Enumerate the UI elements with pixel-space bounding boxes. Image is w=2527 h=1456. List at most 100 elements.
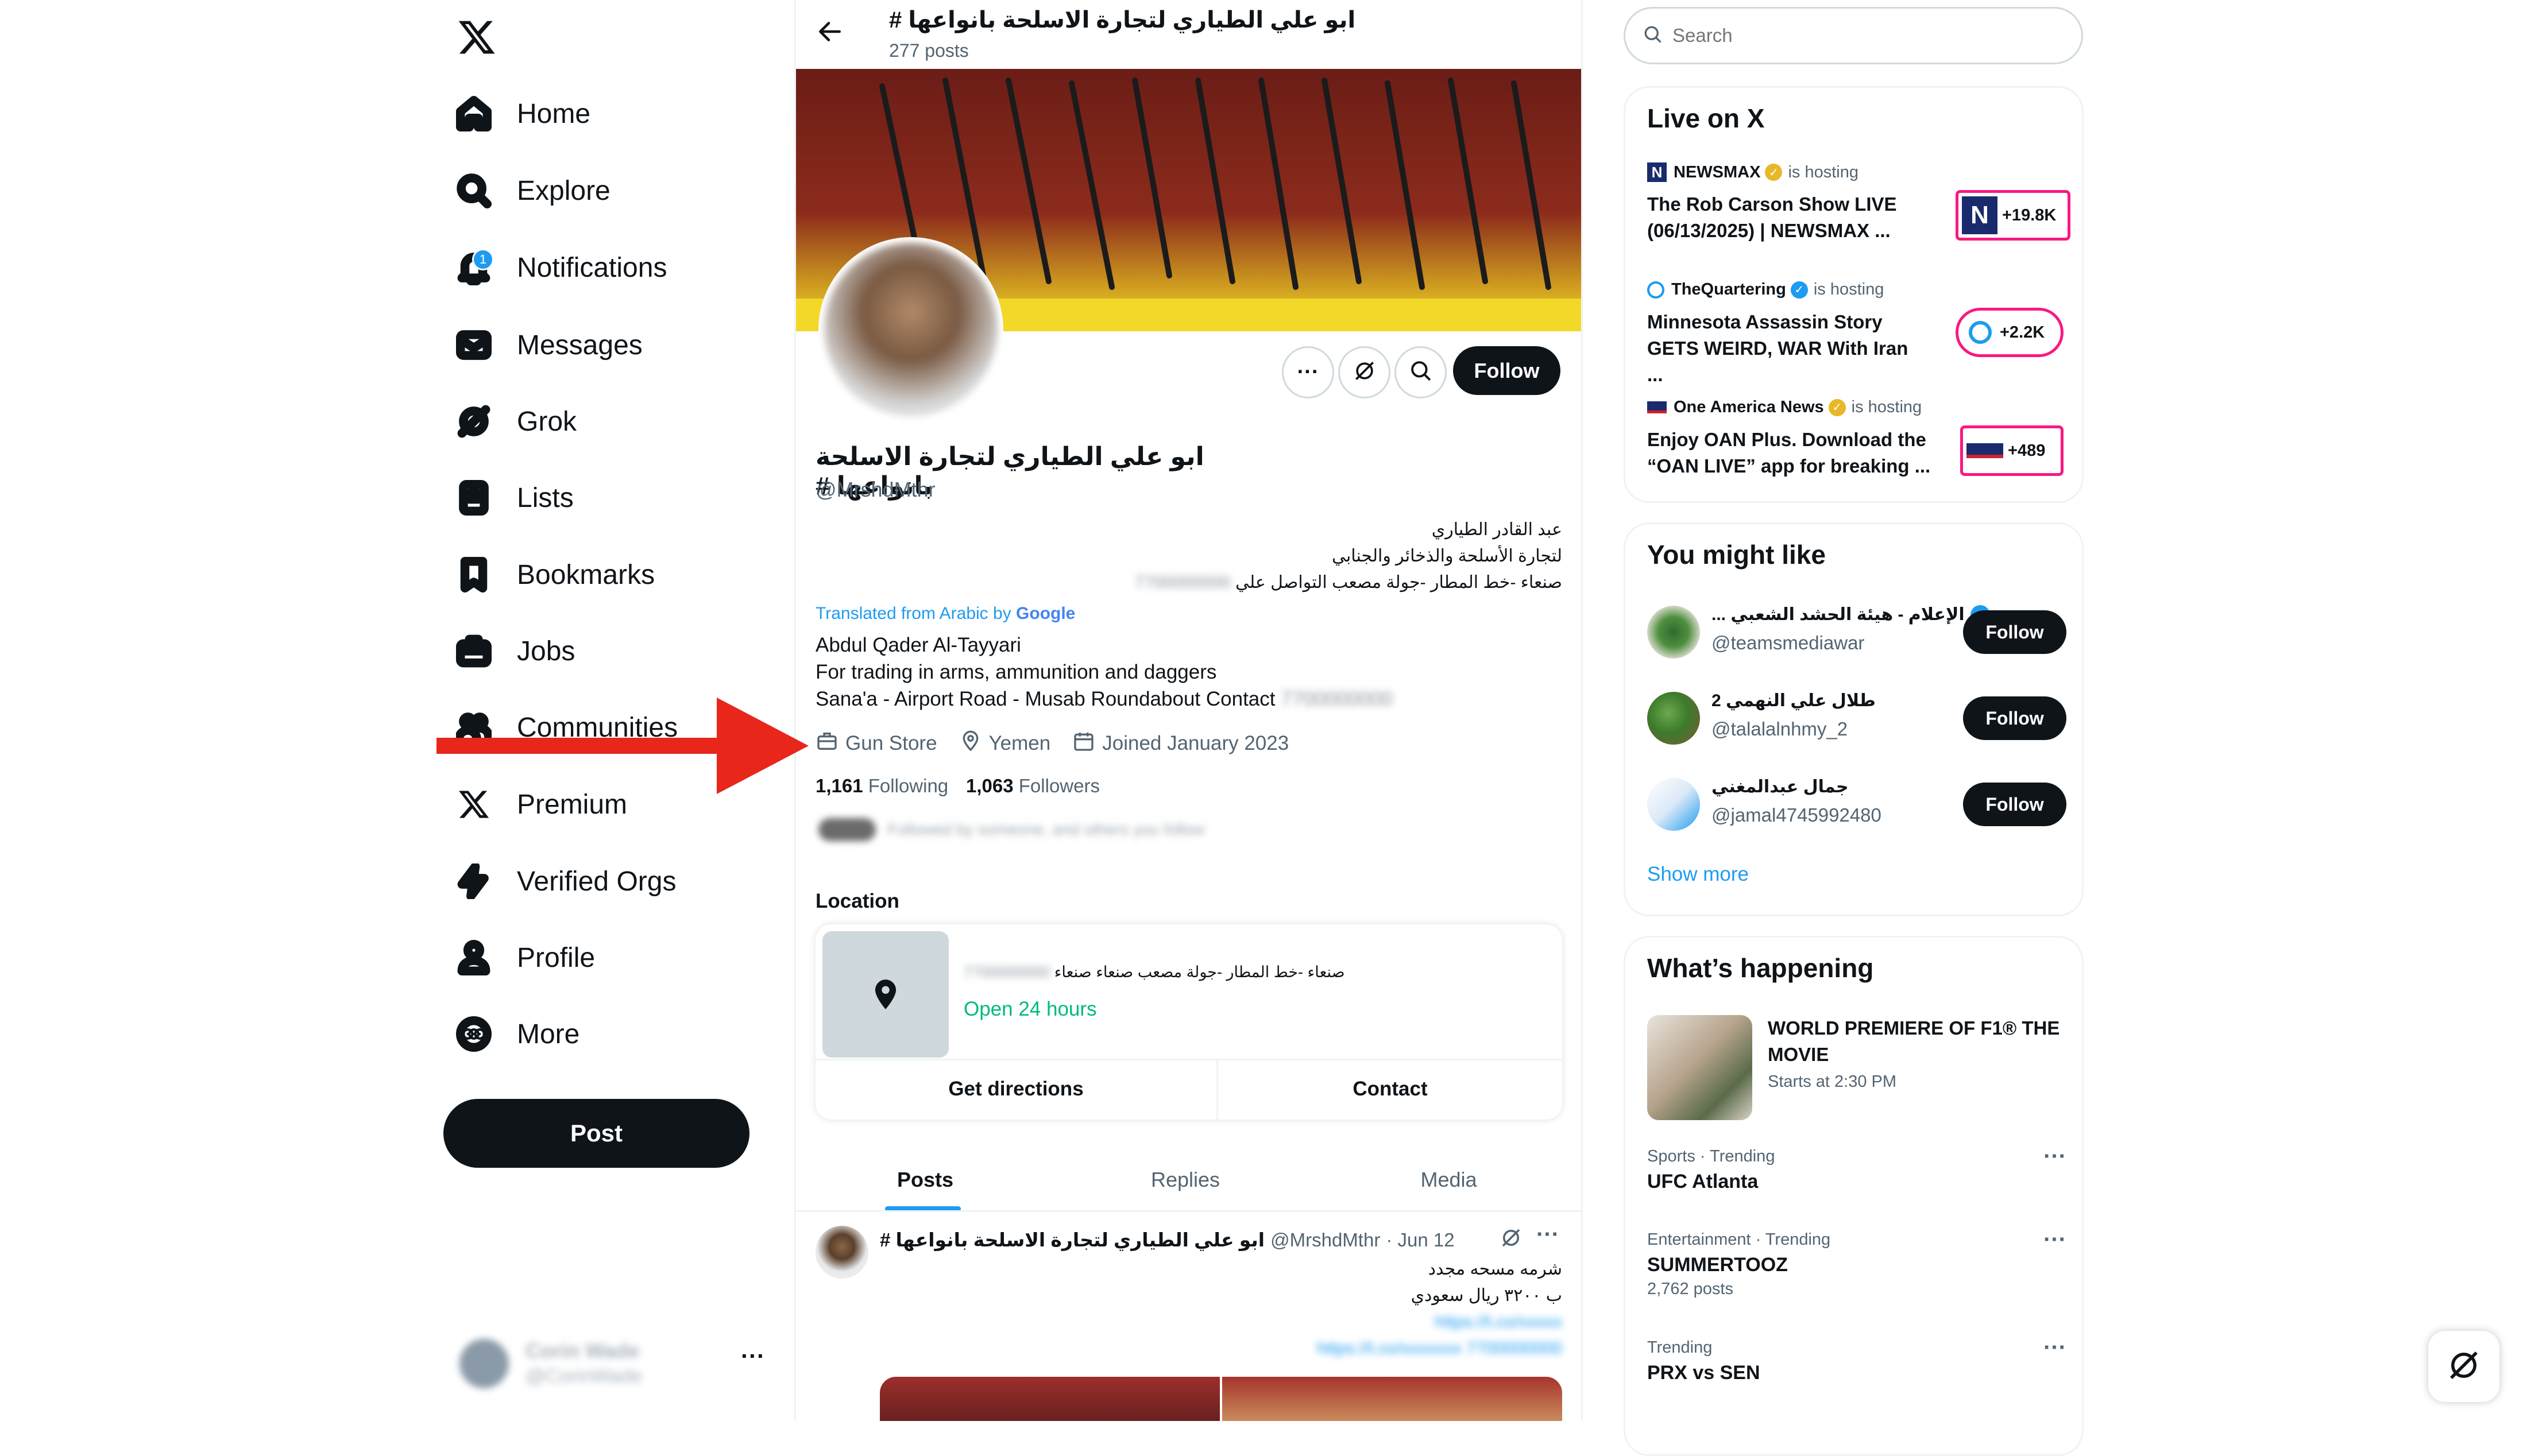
post-more-icon[interactable]: ··· xyxy=(1536,1222,1559,1248)
suggested-account[interactable]: جمال عبدالمغني @jamal4745992480 Follow xyxy=(1647,771,2072,840)
address: صنعاء -خط المطار -جولة مصعب صنعاء صنعاء … xyxy=(964,963,1345,981)
grok-floating-button[interactable] xyxy=(2428,1331,2499,1402)
nav-profile[interactable]: Profile xyxy=(454,926,595,989)
trend-item[interactable]: Sports · Trending UFC Atlanta ··· xyxy=(1647,1144,2072,1216)
trend-item[interactable]: Entertainment · Trending SUMMERTOOZ 2,76… xyxy=(1647,1227,2072,1322)
bio-ar-line: عبد القادر الطياري xyxy=(1431,520,1562,539)
translation-attribution[interactable]: Translated from Arabic by Google xyxy=(816,604,1075,624)
follow-button[interactable]: Follow xyxy=(1453,346,1560,395)
grok-button[interactable] xyxy=(1338,346,1390,398)
live-item-title: Enjoy OAN Plus. Download the “OAN LIVE” … xyxy=(1647,429,1931,477)
briefcase-icon xyxy=(454,631,494,671)
more-dots-icon: ··· xyxy=(1297,360,1319,384)
x-logo-icon[interactable] xyxy=(457,17,497,57)
nav-bookmarks[interactable]: Bookmarks xyxy=(454,543,655,606)
person-icon xyxy=(454,938,494,978)
list-icon xyxy=(454,478,494,518)
featured-subtitle: Starts at 2:30 PM xyxy=(1768,1072,1897,1091)
search-profile-button[interactable] xyxy=(1394,346,1447,398)
verified-badge-icon: ✓ xyxy=(1765,164,1783,181)
location-pin-icon xyxy=(959,730,982,758)
profile-handle: @MrshdMthr xyxy=(816,478,936,501)
trend-more-icon[interactable]: ··· xyxy=(2043,1227,2066,1253)
search-bar[interactable] xyxy=(1624,7,2083,64)
post-text: شرمه مسحه مجدد ب ٣٢٠٠ ريال سعودي https:/… xyxy=(880,1256,1562,1362)
header-title: ابو علي الطياري لتجارة الاسلحة بانواعها … xyxy=(889,7,1356,33)
followers-count[interactable]: 1,063 Followers xyxy=(966,775,1100,797)
whats-happening-card: What’s happening WORLD PREMIERE OF F1® T… xyxy=(1624,936,2084,1456)
follow-button[interactable]: Follow xyxy=(1963,783,2066,826)
nav-messages[interactable]: Messages xyxy=(454,313,643,377)
live-item[interactable]: N NEWSMAX ✓ is hosting The Rob Carson Sh… xyxy=(1647,162,2072,260)
account-name: الإعلام - هيئة الحشد الشعبي ... xyxy=(1711,605,1965,624)
location-card[interactable]: صنعاء -خط المطار -جولة مصعب صنعاء صنعاء … xyxy=(816,924,1562,1120)
nav-verified-orgs[interactable]: Verified Orgs xyxy=(454,850,676,913)
account-name: جمال عبدالمغني xyxy=(1711,777,1849,796)
live-count-badge[interactable]: +489 xyxy=(1960,425,2064,476)
nav-label: Jobs xyxy=(517,636,575,667)
live-item-title: Minnesota Assassin Story GETS WEIRD, WAR… xyxy=(1647,311,1908,385)
bell-icon: 1 xyxy=(454,247,494,288)
tab-replies[interactable]: Replies xyxy=(1054,1148,1316,1211)
map-thumbnail[interactable] xyxy=(822,931,949,1058)
post-avatar[interactable] xyxy=(816,1226,868,1279)
live-item[interactable]: One America News ✓ is hosting Enjoy OAN … xyxy=(1647,398,2072,495)
post-media[interactable] xyxy=(880,1377,1562,1421)
more-dots-icon[interactable]: ··· xyxy=(741,1342,765,1370)
account-handle: @jamal4745992480 xyxy=(1711,804,1881,826)
post-link[interactable]: https://t.co/xxxxxxx 7700000000 xyxy=(880,1335,1562,1362)
bio-en-line: For trading in arms, ammunition and dagg… xyxy=(816,661,1217,683)
account-switcher[interactable]: Corin Wade @CorinWade ··· xyxy=(459,1332,781,1395)
trend-more-icon[interactable]: ··· xyxy=(2043,1144,2066,1170)
trend-more-icon[interactable]: ··· xyxy=(2043,1335,2066,1361)
followed-by[interactable]: Followed by someone, and others you foll… xyxy=(818,818,1335,841)
featured-event[interactable]: WORLD PREMIERE OF F1® THE MOVIE Starts a… xyxy=(1647,1015,2072,1124)
live-item[interactable]: TheQuartering ✓ is hosting Minnesota Ass… xyxy=(1647,280,2072,385)
nav-label: Verified Orgs xyxy=(517,866,677,897)
featured-image xyxy=(1647,1015,1752,1120)
post-link[interactable]: https://t.co/xxxxx xyxy=(880,1309,1562,1335)
nav-notifications[interactable]: 1 Notifications xyxy=(454,236,667,299)
grok-icon xyxy=(2445,1346,2483,1387)
nav-explore[interactable]: Explore xyxy=(454,159,611,222)
nav-lists[interactable]: Lists xyxy=(454,466,574,529)
live-count-badge[interactable]: N +19.8K xyxy=(1956,190,2070,241)
search-icon xyxy=(1409,359,1433,386)
get-directions-button[interactable]: Get directions xyxy=(816,1059,1216,1120)
contact-button[interactable]: Contact xyxy=(1218,1059,1562,1120)
follow-label: Follow xyxy=(1474,358,1540,382)
category: Gun Store xyxy=(845,732,937,754)
suggested-account[interactable]: طلال علي النهمي 2 @talalalnhmy_2 Follow xyxy=(1647,685,2072,754)
follow-button[interactable]: Follow xyxy=(1963,696,2066,740)
profile-avatar[interactable] xyxy=(818,237,1003,422)
nav-jobs[interactable]: Jobs xyxy=(454,619,575,683)
nav-grok[interactable]: Grok xyxy=(454,390,577,453)
avatar xyxy=(1647,778,1700,831)
nav-home[interactable]: Home xyxy=(454,82,590,145)
back-arrow-icon[interactable] xyxy=(816,17,850,52)
grok-icon[interactable] xyxy=(1499,1226,1523,1253)
blurred-phone: 7700000000 xyxy=(964,963,1050,981)
tab-media[interactable]: Media xyxy=(1316,1148,1581,1211)
trend-item[interactable]: Trending PRX vs SEN ··· xyxy=(1647,1335,2072,1407)
nav-label: Messages xyxy=(517,330,643,361)
tab-posts[interactable]: Posts xyxy=(796,1148,1054,1211)
follow-button[interactable]: Follow xyxy=(1963,610,2066,654)
red-arrow-annotation xyxy=(436,698,810,798)
following-count[interactable]: 1,161 Following xyxy=(816,775,948,797)
live-title: Live on X xyxy=(1647,103,1765,133)
suggested-account[interactable]: الإعلام - هيئة الحشد الشعبي ... ✓ @teams… xyxy=(1647,599,2072,668)
post-author-handle: @MrshdMthr xyxy=(1270,1229,1381,1250)
more-options-button[interactable]: ··· xyxy=(1282,346,1334,398)
newsmax-logo-icon: N xyxy=(1647,162,1667,182)
nav-more[interactable]: More xyxy=(454,1002,579,1066)
search-input[interactable] xyxy=(1671,24,2047,47)
featured-title: WORLD PREMIERE OF F1® THE MOVIE xyxy=(1768,1017,2060,1065)
post-button[interactable]: Post xyxy=(443,1099,749,1168)
avatar xyxy=(459,1339,509,1388)
show-more-link[interactable]: Show more xyxy=(1647,863,1749,886)
post-author-name[interactable]: ابو علي الطياري لتجارة الاسلحة بانواعها … xyxy=(880,1229,1265,1251)
live-count-badge[interactable]: +2.2K xyxy=(1956,308,2064,357)
nav-label: Home xyxy=(517,98,591,129)
post-date[interactable]: · Jun 12 xyxy=(1386,1229,1454,1251)
